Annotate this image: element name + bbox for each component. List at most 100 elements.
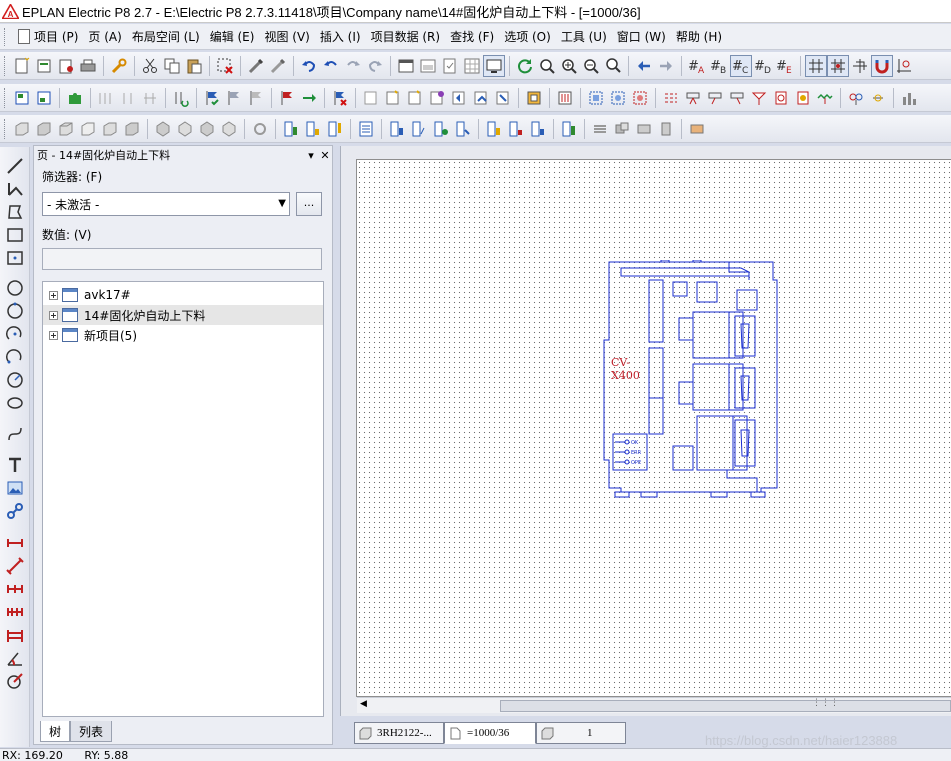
macro-3-icon[interactable] — [404, 87, 426, 109]
text-icon[interactable] — [4, 454, 26, 476]
layout-4-icon[interactable] — [452, 118, 474, 140]
menu-help[interactable]: 帮助 (H) — [671, 26, 727, 47]
jump-icon[interactable] — [298, 87, 320, 109]
expand-icon[interactable] — [49, 330, 58, 340]
tree-item-new-project[interactable]: 新项目(5) — [43, 325, 323, 345]
page-tab[interactable]: 3RH2122-... — [354, 722, 444, 744]
mounting-panel-icon[interactable] — [280, 118, 302, 140]
table-icon[interactable] — [461, 55, 483, 77]
rotate-view-icon[interactable] — [249, 118, 271, 140]
wire-2-icon[interactable] — [655, 118, 677, 140]
dimension-baseline-icon[interactable] — [4, 624, 26, 646]
rotate-3-icon[interactable] — [196, 118, 218, 140]
cable-5-icon[interactable] — [748, 87, 770, 109]
circle-icon[interactable] — [4, 277, 26, 299]
arc-3p-icon[interactable] — [4, 346, 26, 368]
report-4-icon[interactable] — [558, 118, 580, 140]
window-layout-icon[interactable] — [395, 55, 417, 77]
dimension-chain-icon[interactable] — [4, 578, 26, 600]
menu-page[interactable]: 页 (A) — [83, 26, 126, 47]
grid-d-icon[interactable]: # D — [752, 55, 774, 77]
potential-2-icon[interactable] — [867, 87, 889, 109]
toolbar-grip[interactable] — [4, 118, 8, 139]
ellipse-icon[interactable] — [4, 392, 26, 414]
grid-e-icon[interactable]: # E — [774, 55, 796, 77]
grid-a-icon[interactable]: # A — [686, 55, 708, 77]
intersection-icon[interactable] — [893, 55, 915, 77]
rotate-1-icon[interactable] — [152, 118, 174, 140]
filter-select[interactable]: - 未激活 - ▼ — [42, 192, 290, 216]
message-flag-icon[interactable] — [276, 87, 298, 109]
delete-message-icon[interactable] — [329, 87, 351, 109]
block-2-icon[interactable] — [607, 87, 629, 109]
rectangle-center-icon[interactable] — [4, 247, 26, 269]
format-brush-icon[interactable] — [245, 55, 267, 77]
circle-3p-icon[interactable] — [4, 300, 26, 322]
block-3-icon[interactable] — [629, 87, 651, 109]
device-navigator-icon[interactable] — [11, 87, 33, 109]
snap-grid-icon[interactable] — [827, 54, 849, 77]
screen-view-icon[interactable] — [483, 54, 505, 77]
dimension-linear-icon[interactable] — [4, 532, 26, 554]
redo-2-icon[interactable] — [364, 55, 386, 77]
zoom-out-icon[interactable] — [580, 55, 602, 77]
macro-icon[interactable] — [360, 87, 382, 109]
copy-icon[interactable] — [161, 55, 183, 77]
macro-5-icon[interactable] — [448, 87, 470, 109]
report-3-icon[interactable] — [527, 118, 549, 140]
macro-2-icon[interactable] — [382, 87, 404, 109]
drawing-area[interactable]: CV- X400 OK ERR OPE — [340, 146, 951, 716]
panel-menu-icon[interactable]: ▾ — [304, 149, 318, 162]
device-list-icon[interactable] — [33, 87, 55, 109]
dimension-radius-icon[interactable] — [4, 670, 26, 692]
menu-window[interactable]: 窗口 (W) — [612, 26, 671, 47]
duct-icon[interactable] — [324, 118, 346, 140]
potential-icon[interactable] — [845, 87, 867, 109]
dimension-aligned-icon[interactable] — [4, 555, 26, 577]
wrench-icon[interactable] — [108, 55, 130, 77]
menu-find[interactable]: 查找 (F) — [445, 26, 499, 47]
menu-project-data[interactable]: 项目数据 (R) — [366, 26, 446, 47]
menu-insert[interactable]: 插入 (I) — [315, 26, 366, 47]
cube-2-icon[interactable] — [33, 118, 55, 140]
delete-selection-icon[interactable] — [214, 55, 236, 77]
layout-3-icon[interactable] — [430, 118, 452, 140]
page-properties-icon[interactable] — [55, 55, 77, 77]
menu-project[interactable]: 项目 (P) — [12, 26, 83, 47]
zoom-in-icon[interactable] — [558, 55, 580, 77]
tab-list[interactable]: 列表 — [70, 721, 113, 742]
rectangle-icon[interactable] — [4, 224, 26, 246]
back-arrow-icon[interactable] — [633, 55, 655, 77]
tree-item-avk17[interactable]: avk17# — [43, 285, 323, 305]
dimension-angle-icon[interactable] — [4, 647, 26, 669]
zoom-100-icon[interactable] — [602, 55, 624, 77]
menu-grip[interactable] — [4, 27, 8, 46]
check-project-icon[interactable] — [201, 87, 223, 109]
copper-icon[interactable] — [686, 118, 708, 140]
spline-icon[interactable] — [4, 423, 26, 445]
cable-2-icon[interactable] — [682, 87, 704, 109]
report-1-icon[interactable] — [483, 118, 505, 140]
polyline-icon[interactable] — [4, 178, 26, 200]
cable-icon[interactable] — [660, 87, 682, 109]
check-project-2-icon[interactable] — [223, 87, 245, 109]
bar-chart-icon[interactable] — [898, 87, 920, 109]
hyperlink-icon[interactable] — [4, 500, 26, 522]
schematic-page[interactable]: CV- X400 OK ERR OPE — [356, 159, 951, 697]
new-project-icon[interactable] — [11, 55, 33, 77]
plc-icon[interactable] — [523, 87, 545, 109]
cable-8-icon[interactable] — [814, 87, 836, 109]
paste-icon[interactable] — [183, 55, 205, 77]
numbering-2-icon[interactable] — [117, 87, 139, 109]
connection-icon[interactable] — [170, 87, 192, 109]
forward-arrow-icon[interactable] — [655, 55, 677, 77]
expand-icon[interactable] — [49, 290, 58, 300]
terminal-icon[interactable] — [554, 87, 576, 109]
cube-3-icon[interactable] — [55, 118, 77, 140]
refresh-icon[interactable] — [514, 55, 536, 77]
cube-6-icon[interactable] — [121, 118, 143, 140]
menu-tools[interactable]: 工具 (U) — [556, 26, 612, 47]
cut-icon[interactable] — [139, 55, 161, 77]
tree-item-current-project[interactable]: 14#固化炉自动上下料 — [43, 305, 323, 325]
menu-edit[interactable]: 编辑 (E) — [205, 26, 260, 47]
